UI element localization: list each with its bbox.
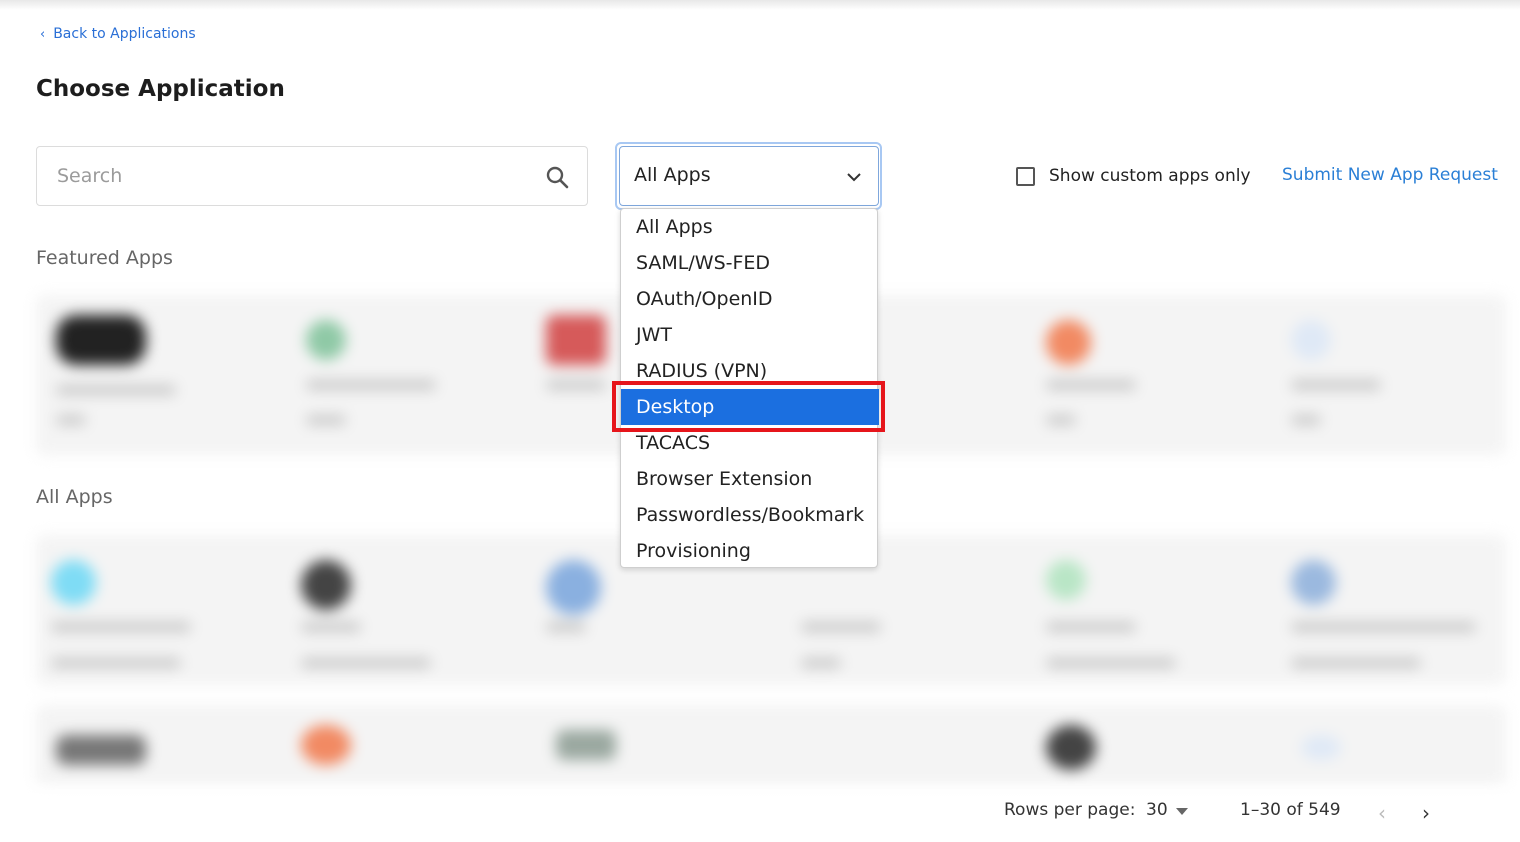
top-shadow xyxy=(0,0,1520,10)
custom-apps-label: Show custom apps only xyxy=(1049,166,1251,186)
custom-apps-checkbox[interactable] xyxy=(1016,166,1035,186)
all-apps-grid xyxy=(36,535,1506,785)
featured-apps-heading: Featured Apps xyxy=(36,247,173,269)
search-field[interactable] xyxy=(36,146,588,206)
search-input[interactable] xyxy=(57,161,527,191)
chevron-left-icon: ‹ xyxy=(40,26,46,42)
page-range: 1–30 of 549 xyxy=(1240,800,1341,820)
dropdown-option-provisioning[interactable]: Provisioning xyxy=(621,533,879,569)
page-title: Choose Application xyxy=(36,76,285,102)
search-icon[interactable] xyxy=(545,165,569,189)
custom-apps-toggle[interactable]: Show custom apps only xyxy=(1016,166,1251,186)
pagination: Rows per page: 30 1–30 of 549 ‹ › xyxy=(990,798,1470,828)
dropdown-option-jwt[interactable]: JWT xyxy=(621,317,879,353)
chevron-down-icon xyxy=(847,173,861,182)
dropdown-option-oauth[interactable]: OAuth/OpenID xyxy=(621,281,879,317)
rows-per-page-label: Rows per page: xyxy=(1004,800,1136,820)
dropdown-option-passwordless[interactable]: Passwordless/Bookmark xyxy=(621,497,879,533)
chevron-right-icon[interactable]: › xyxy=(1422,801,1430,825)
caret-down-icon[interactable] xyxy=(1176,808,1188,815)
dropdown-option-all-apps[interactable]: All Apps xyxy=(621,209,879,245)
submit-new-app-request-link[interactable]: Submit New App Request xyxy=(1282,165,1498,185)
rows-per-page-select[interactable]: 30 xyxy=(1146,800,1168,820)
app-type-select[interactable]: All Apps xyxy=(619,146,879,206)
back-to-applications-link[interactable]: ‹ Back to Applications xyxy=(40,26,196,42)
dropdown-option-browser-extension[interactable]: Browser Extension xyxy=(621,461,879,497)
all-apps-heading: All Apps xyxy=(36,486,113,508)
back-link-label: Back to Applications xyxy=(53,26,196,42)
annotation-highlight-box xyxy=(612,381,885,432)
chevron-left-icon[interactable]: ‹ xyxy=(1378,801,1386,825)
dropdown-option-saml[interactable]: SAML/WS-FED xyxy=(621,245,879,281)
select-value: All Apps xyxy=(634,164,711,186)
